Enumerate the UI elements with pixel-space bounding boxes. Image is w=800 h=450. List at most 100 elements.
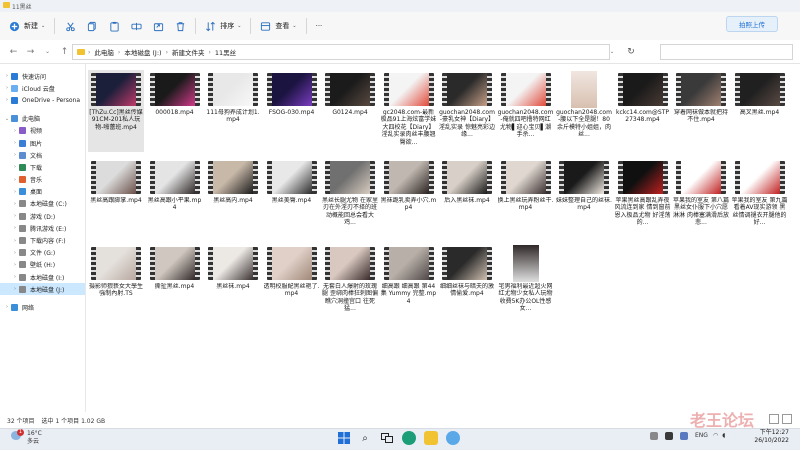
file-item[interactable]: 妹妹整理自己的丝袜.mp4 [556,158,612,240]
expand-chevron-icon[interactable]: › [11,177,19,183]
sidebar-item[interactable]: › 本地磁盘 (I:) [0,271,85,283]
new-button[interactable]: 新建 ⌄ [4,16,50,36]
file-explorer-icon[interactable] [424,431,438,445]
file-item[interactable]: 黑丝美臀.mp4 [264,158,320,240]
file-item[interactable]: 细细丝袜与暗夫的激情偷爱.mp4 [439,244,495,326]
paste-button[interactable] [103,16,125,36]
file-item[interactable]: 黑丝高跟小平果.mp4 [147,158,203,240]
back-button[interactable]: ← [5,43,22,61]
cut-button[interactable] [59,16,81,36]
file-item[interactable]: 黑丝袜.mp4 [205,244,261,326]
file-item[interactable]: 摄影师猥亵女大學生 強制內射.TS [88,244,144,326]
cloud-app-icon[interactable] [446,431,460,445]
file-item[interactable]: 000018.mp4 [147,70,203,152]
expand-chevron-icon[interactable]: › [11,225,19,231]
sidebar-item[interactable]: › iCloud 云盘 [0,82,85,94]
file-item[interactable]: 黑丝高内.mp4 [205,158,261,240]
file-item[interactable]: 透明校服配黑丝艳了.mp4 [264,244,320,326]
volume-icon[interactable]: ◖ [722,432,725,440]
expand-chevron-icon[interactable]: › [3,304,11,310]
file-item[interactable]: 黑丝长腿尤物 在家里刃在外淫刃不择的班动概能回总会看大鸡... [322,158,378,240]
sidebar-item[interactable]: › 本地磁盘 (J:) [0,283,85,296]
expand-chevron-icon[interactable]: › [11,274,19,280]
more-button[interactable]: ··· [311,16,328,36]
file-item[interactable]: 黑丝高跟脚掌.mp4 [88,158,144,240]
sidebar-item[interactable]: › 文档 [0,149,85,161]
file-item[interactable]: FSOG-030.mp4 [264,70,320,152]
file-item[interactable]: 黑袜跪乳卖弄小穴.mp4 [381,158,437,240]
file-item[interactable]: 苹果黑丝高跟乱弄夜风流连到家 情到窗前恩入极品尤物 好淫荡的... [615,158,671,240]
tray-app-icon[interactable] [680,432,688,440]
search-icon[interactable]: ⌕ [358,431,372,445]
sidebar-item[interactable]: › 网络 [0,301,85,313]
file-item[interactable]: 苹果我的室友 第九篇 看着AV现实游领 黑丝情调褪衣开腿他的好... [732,158,788,240]
search-input[interactable] [660,44,793,60]
expand-chevron-icon[interactable]: › [11,262,19,268]
file-item[interactable]: guochan2048.com-腰以下全是腿！80余斤模特小姐姐，肉丝... [556,70,612,152]
wifi-icon[interactable]: ◠ [713,432,718,440]
file-item[interactable]: kckc14.com@STP27348.mp4 [615,70,671,152]
weather-widget[interactable]: 16°C 多云 [27,430,42,446]
file-item[interactable]: 111母狗养成计划1.mp4 [205,70,261,152]
forward-button[interactable]: → [22,43,39,61]
view-button[interactable]: 查看 ⌄ [255,16,301,36]
sidebar-item[interactable]: ⌄ 此电脑 [0,113,85,125]
breadcrumb-current[interactable]: 11黑丝 [215,47,236,57]
file-item[interactable]: 撕扯黑丝.mp4 [147,244,203,326]
share-button[interactable] [147,16,169,36]
sidebar-item[interactable]: › 游戏 (D:) [0,210,85,222]
recent-locations-button[interactable]: ⌄ [39,43,56,61]
delete-button[interactable] [169,16,191,36]
address-history-button[interactable]: ⌄ [605,44,619,60]
sidebar-item[interactable]: › 视频 [0,125,85,137]
file-item[interactable]: gc2048.com-最新极品91上海炫富学妹大四校花【Diary】淫乱实录肉丝… [381,70,437,152]
windows-start-icon[interactable] [337,431,351,445]
file-item[interactable]: 细高跟 细高跟 第44集 Yummy 完整.mp4 [381,244,437,326]
sort-button[interactable]: 排序 ⌄ [200,16,246,36]
breadcrumb-new-folder[interactable]: 新建文件夹 [172,47,205,57]
address-bar[interactable]: › 此电脑 › 本地磁盘 (J:) › 新建文件夹 › 11黑丝 [72,44,610,60]
breadcrumb-drive-j[interactable]: 本地磁盘 (J:) [124,47,161,57]
breadcrumb-this-pc[interactable]: 此电脑 [94,47,114,57]
file-item[interactable]: 穿着网袜做本就把持不住.mp4 [673,70,729,152]
sidebar-item[interactable]: › 下载内容 (F:) [0,234,85,246]
file-item[interactable]: 苹果我的室友 第八篇 黑丝女仆服下小穴愿淋淋 肉棒塞满滑后放悲... [673,158,729,240]
file-item[interactable]: G0124.mp4 [322,70,378,152]
sidebar-item[interactable]: › 下载 [0,161,85,173]
photo-upload-button[interactable]: 拍照上传 [726,16,778,32]
expand-chevron-icon[interactable]: › [3,97,11,103]
file-item[interactable]: 无套白人爆射的玫瑰腿 歪绑肉棒狂刺图偏瞧穴洞撞宫口 往死猛... [322,244,378,326]
sidebar-item[interactable]: › 图片 [0,137,85,149]
expand-chevron-icon[interactable]: ⌄ [3,116,11,122]
file-item[interactable]: guochan2048.com-豪乳女神【Diary】淫乱实录 惊魅亮彩边缘..… [439,70,495,152]
file-item[interactable]: guochan2048.com-俺就四吧撸特网红尤物▌迎心宝贝▌潮手杀... [498,70,554,152]
sidebar-item[interactable]: › 壁纸 (H:) [0,259,85,271]
tiles-view-button[interactable] [782,414,792,424]
up-button[interactable]: ↑ [56,43,73,61]
edge-browser-icon[interactable] [402,431,416,445]
expand-chevron-icon[interactable]: › [3,73,11,79]
rename-button[interactable] [125,16,147,36]
expand-chevron-icon[interactable]: › [3,85,11,91]
sidebar-item[interactable]: › 本地磁盘 (C:) [0,198,85,210]
refresh-button[interactable]: ↻ [622,44,640,60]
file-item[interactable]: 宅男福利最近超火网红尤物少女私人玩物收費5K办公OL性感女... [498,244,554,326]
details-view-button[interactable] [769,414,779,424]
task-view-icon[interactable] [380,431,394,445]
tray-app-icon[interactable] [665,432,673,440]
expand-chevron-icon[interactable]: › [11,238,19,244]
sidebar-item[interactable]: › 文件 (G:) [0,247,85,259]
expand-chevron-icon[interactable]: › [11,201,19,207]
expand-chevron-icon[interactable]: › [11,250,19,256]
expand-chevron-icon[interactable]: › [11,164,19,170]
copy-button[interactable] [81,16,103,36]
sidebar-item[interactable]: › 快速访问 [0,70,85,82]
sidebar-item[interactable]: › 音乐 [0,174,85,186]
expand-chevron-icon[interactable]: › [11,152,19,158]
language-indicator[interactable]: ENG [695,432,708,440]
file-item[interactable]: 后入黑丝袜.mp4 [439,158,495,240]
clock[interactable]: 下午12:27 26/10/2022 [754,429,789,445]
expand-chevron-icon[interactable]: › [11,128,19,134]
sidebar-item[interactable]: › 腾讯游戏 (E:) [0,222,85,234]
expand-chevron-icon[interactable]: › [11,140,19,146]
